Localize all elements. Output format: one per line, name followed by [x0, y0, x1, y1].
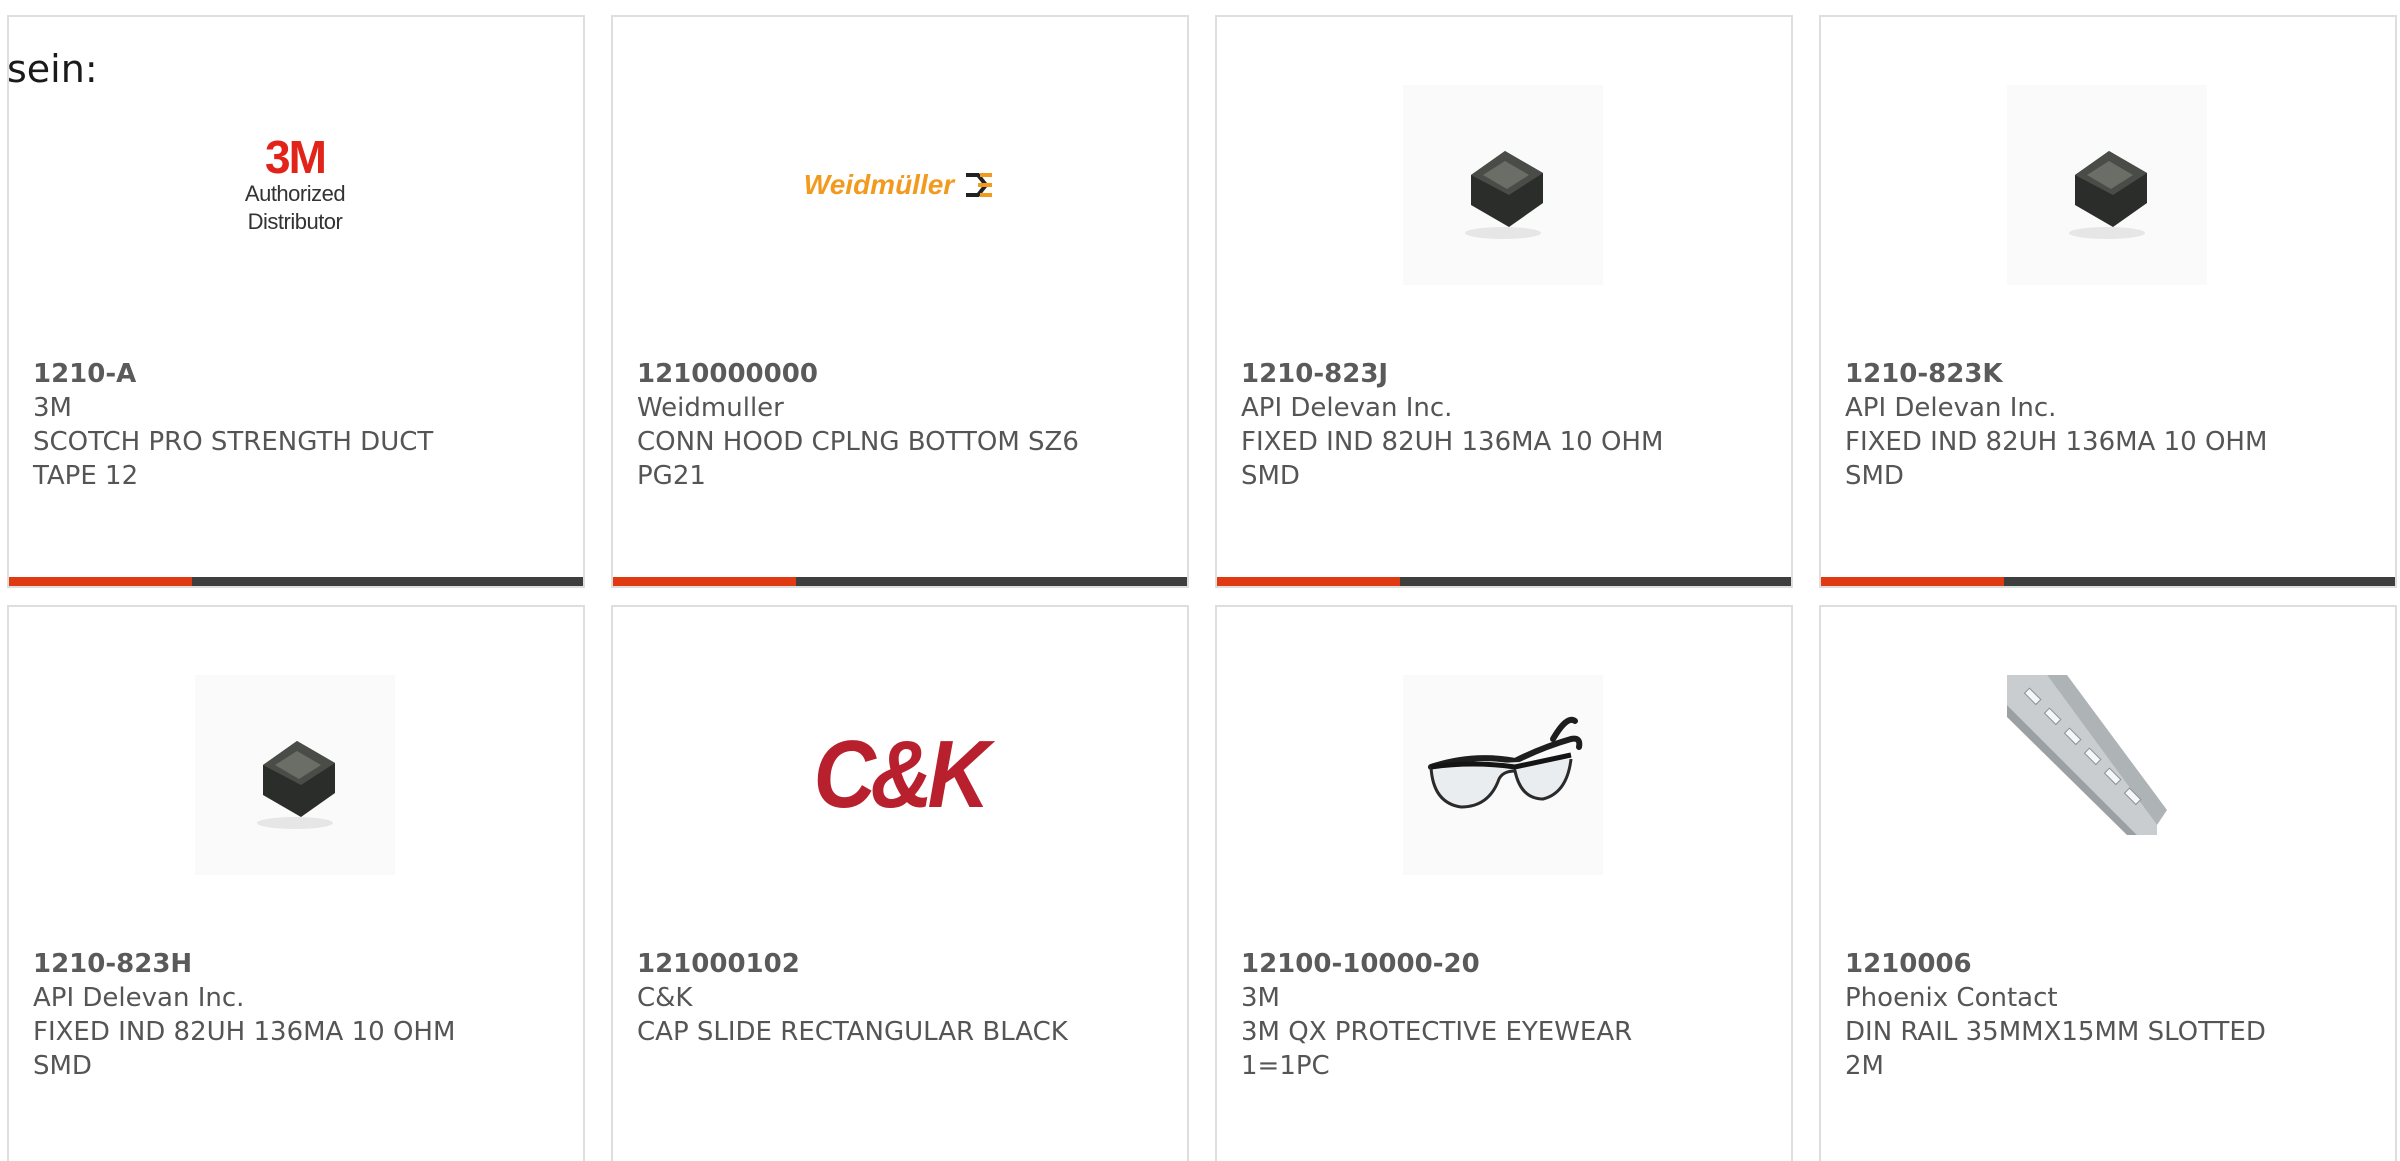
- description: CONN HOOD CPLNG BOTTOM SZ6 PG21: [637, 427, 1079, 491]
- product-image[interactable]: 3M Authorized Distributor: [195, 85, 395, 285]
- product-image[interactable]: [1403, 675, 1603, 875]
- product-image[interactable]: [1403, 85, 1603, 285]
- description: FIXED IND 82UH 136MA 10 OHM SMD: [1845, 427, 2268, 491]
- progress-fill: [613, 577, 796, 586]
- page-label: sein:: [7, 47, 98, 91]
- manufacturer: API Delevan Inc.: [1845, 393, 2057, 423]
- progress-fill: [1821, 577, 2004, 586]
- product-grid: 3M Authorized Distributor 1210-A 3M SCOT…: [0, 0, 2400, 1161]
- progress-bar: [1217, 577, 1791, 586]
- product-card[interactable]: C&K 121000102 C&K CAP SLIDE RECTANGULAR …: [611, 605, 1189, 1161]
- product-card[interactable]: 1210-823H API Delevan Inc. FIXED IND 82U…: [7, 605, 585, 1161]
- part-number-link[interactable]: 1210-A: [33, 357, 483, 391]
- manufacturer: 3M: [33, 393, 72, 423]
- manufacturer: API Delevan Inc.: [33, 983, 245, 1013]
- product-card[interactable]: 1210-823K API Delevan Inc. FIXED IND 82U…: [1819, 15, 2397, 588]
- inductor-image-icon: [1403, 85, 1603, 285]
- description: DIN RAIL 35MMX15MM SLOTTED 2M: [1845, 1017, 2266, 1081]
- product-card[interactable]: Weidmüller 1210000000 Weidmuller CONN HO…: [611, 15, 1189, 588]
- part-number-link[interactable]: 1210-823K: [1845, 357, 2295, 391]
- description: CAP SLIDE RECTANGULAR BLACK: [637, 1017, 1068, 1047]
- manufacturer: C&K: [637, 983, 693, 1013]
- part-number-link[interactable]: 1210000000: [637, 357, 1087, 391]
- logo-brand: 3M: [265, 131, 327, 183]
- inductor-image-icon: [2007, 85, 2207, 285]
- product-card[interactable]: 1210-823J API Delevan Inc. FIXED IND 82U…: [1215, 15, 1793, 588]
- product-card[interactable]: 3M Authorized Distributor 1210-A 3M SCOT…: [7, 15, 585, 588]
- description: 3M QX PROTECTIVE EYEWEAR 1=1PC: [1241, 1017, 1633, 1081]
- product-image[interactable]: Weidmüller: [799, 85, 999, 285]
- manufacturer: 3M: [1241, 983, 1280, 1013]
- inductor-image-icon: [195, 675, 395, 875]
- progress-fill: [1217, 577, 1400, 586]
- manufacturer: API Delevan Inc.: [1241, 393, 1453, 423]
- progress-bar: [613, 577, 1187, 586]
- manufacturer: Weidmuller: [637, 393, 784, 423]
- progress-fill: [9, 577, 192, 586]
- 3m-logo: 3M Authorized Distributor: [195, 134, 395, 236]
- product-image[interactable]: [2007, 85, 2207, 285]
- part-number-link[interactable]: 1210006: [1845, 947, 2295, 981]
- part-number-link[interactable]: 1210-823H: [33, 947, 483, 981]
- description: SCOTCH PRO STRENGTH DUCT TAPE 12: [33, 427, 434, 491]
- manufacturer: Phoenix Contact: [1845, 983, 2058, 1013]
- progress-bar: [1821, 577, 2395, 586]
- description: FIXED IND 82UH 136MA 10 OHM SMD: [33, 1017, 456, 1081]
- product-card[interactable]: 12100-10000-20 3M 3M QX PROTECTIVE EYEWE…: [1215, 605, 1793, 1161]
- ck-logo: C&K: [813, 721, 989, 828]
- din-rail-image-icon: [2007, 675, 2207, 875]
- description: FIXED IND 82UH 136MA 10 OHM SMD: [1241, 427, 1664, 491]
- product-card[interactable]: 1210006 Phoenix Contact DIN RAIL 35MMX15…: [1819, 605, 2397, 1161]
- logo-tagline: Authorized Distributor: [244, 181, 346, 234]
- product-image[interactable]: [2007, 675, 2207, 875]
- weidmuller-mark-icon: [966, 173, 993, 197]
- part-number-link[interactable]: 121000102: [637, 947, 1087, 981]
- weidmuller-logo: Weidmüller: [804, 169, 994, 201]
- eyewear-image-icon: [1403, 675, 1603, 875]
- product-image[interactable]: [195, 675, 395, 875]
- product-image[interactable]: C&K: [799, 675, 999, 875]
- part-number-link[interactable]: 12100-10000-20: [1241, 947, 1691, 981]
- part-number-link[interactable]: 1210-823J: [1241, 357, 1691, 391]
- progress-bar: [9, 577, 583, 586]
- logo-brand: Weidmüller: [803, 169, 955, 200]
